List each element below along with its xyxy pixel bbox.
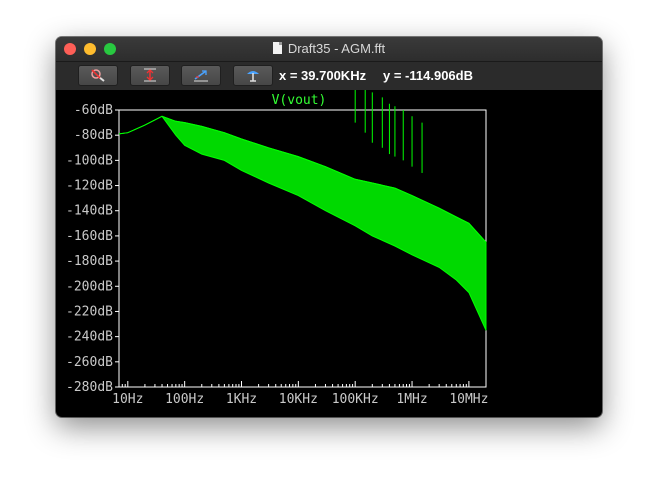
cursor-y-readout: y = -114.906dB	[383, 68, 473, 83]
y-tick-label: -140dB	[66, 204, 113, 219]
y-tick-label: -80dB	[74, 128, 113, 143]
x-tick-label: 10Hz	[112, 392, 143, 407]
x-tick-label: 100Hz	[165, 392, 204, 407]
magnifier-cancel-icon	[91, 69, 105, 82]
document-icon	[272, 42, 282, 54]
fft-plot[interactable]: V(vout) -60dB -80dB -100dB -120dB -140dB -160…	[56, 90, 602, 417]
toolbar: x = 39.700KHz y = -114.906dB	[56, 62, 602, 90]
cursor-x-readout: x = 39.700KHz	[279, 68, 367, 83]
mark-text-button[interactable]	[233, 65, 273, 86]
window-title: Draft35 - AGM.fft	[287, 41, 386, 56]
y-tick-label: -240dB	[66, 330, 113, 345]
zoom-cancel-button[interactable]	[78, 65, 118, 86]
chart-title: V(vout)	[272, 93, 327, 108]
autorange-y-button[interactable]	[130, 65, 170, 86]
autorange-x-button[interactable]	[181, 65, 221, 86]
autorange-vertical-icon	[144, 68, 156, 82]
y-tick-label: -100dB	[66, 153, 113, 168]
x-tick-label: 100KHz	[332, 392, 379, 407]
y-tick-label: -120dB	[66, 179, 113, 194]
autorange-horizontal-icon	[194, 70, 208, 82]
anchor-text-icon	[247, 71, 259, 82]
y-tick-label: -200dB	[66, 279, 113, 294]
y-tick-label: -220dB	[66, 304, 113, 319]
y-tick-label: -280dB	[66, 380, 113, 395]
x-axis: 10Hz 100Hz 1KHz 10KHz 100KHz 1MHz 10MHz	[112, 381, 488, 407]
x-tick-label: 1KHz	[226, 392, 257, 407]
noise-envelope	[118, 115, 487, 331]
y-axis: -60dB -80dB -100dB -120dB -140dB -160dB -180dB…	[66, 103, 119, 395]
x-tick-label: 10KHz	[279, 392, 318, 407]
y-tick-label: -260dB	[66, 355, 113, 370]
trace-layer	[118, 90, 487, 331]
window-title-area: Draft35 - AGM.fft	[56, 41, 602, 56]
x-tick-label: 1MHz	[396, 392, 427, 407]
x-tick-label: 10MHz	[449, 392, 488, 407]
y-tick-label: -180dB	[66, 254, 113, 269]
title-bar[interactable]: Draft35 - AGM.fft	[56, 37, 602, 62]
y-tick-label: -160dB	[66, 229, 113, 244]
fft-window: Draft35 - AGM.fft x = 39.700KHz y = -114…	[56, 37, 602, 417]
y-tick-label: -60dB	[74, 103, 113, 118]
